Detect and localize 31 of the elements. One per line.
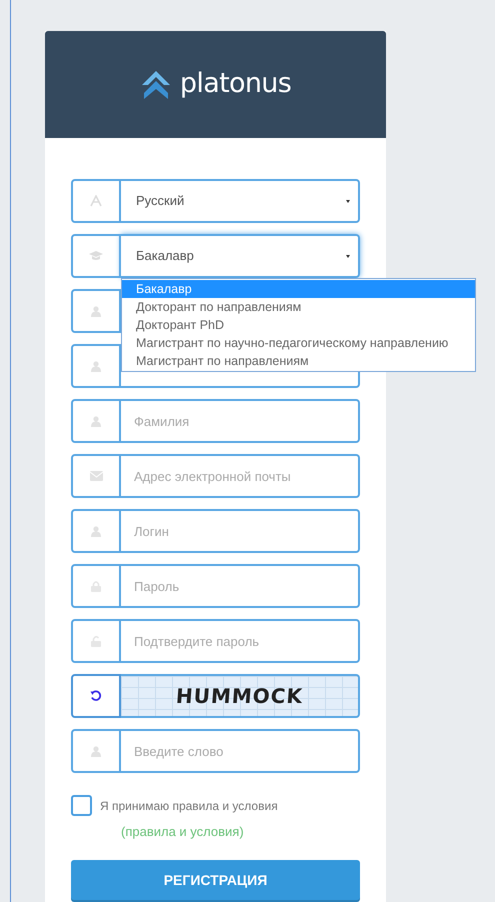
envelope-icon: [90, 471, 102, 481]
user-icon: [91, 746, 101, 756]
text-input[interactable]: Введите слово: [121, 729, 360, 773]
captcha-word: HUMMOCK: [174, 683, 304, 710]
brand-name: platonus: [180, 67, 292, 102]
caret-icon: [346, 254, 350, 258]
graduation-cap-icon: [89, 251, 103, 261]
logo-icon: [140, 68, 172, 100]
user-icon: [91, 360, 101, 372]
text-input[interactable]: Логин: [121, 509, 360, 553]
dropdown-option[interactable]: Докторант PhD: [122, 316, 475, 334]
text-input[interactable]: Пароль: [121, 564, 360, 608]
unlocked-lock-icon: [91, 636, 101, 646]
dropdown-option[interactable]: Бакалавр: [122, 280, 475, 298]
register-button[interactable]: РЕГИСТРАЦИЯ: [71, 860, 360, 900]
dropdown-option[interactable]: Докторант по направлениям: [122, 298, 475, 316]
terms-label: Я принимаю правила и условия: [100, 798, 278, 815]
text-input[interactable]: Фамилия: [121, 399, 360, 443]
lock-icon: [91, 580, 101, 592]
dropdown-option[interactable]: Магистрант по направлениям: [122, 352, 475, 370]
caret-icon: [346, 200, 350, 202]
dropdown-option[interactable]: Магистрант по научно-педагогическому направлению: [122, 334, 475, 352]
text-input[interactable]: Адрес электронной почты: [121, 454, 360, 498]
text-input[interactable]: Подтвердите пароль: [121, 619, 360, 663]
user-icon: [91, 526, 101, 536]
refresh-icon[interactable]: [90, 690, 102, 702]
dropdown-select[interactable]: Русский: [121, 179, 360, 223]
letter-icon: [90, 195, 102, 207]
terms-checkbox[interactable]: [71, 795, 92, 816]
user-icon: [91, 306, 101, 316]
user-icon: [91, 416, 101, 426]
